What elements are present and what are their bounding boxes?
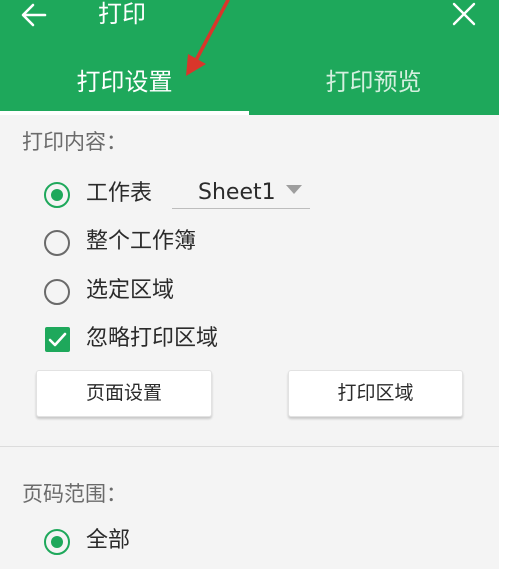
right-margin — [499, 0, 514, 569]
radio-unchecked-icon[interactable] — [44, 279, 70, 305]
arrow-left-icon[interactable] — [20, 2, 48, 28]
app-header: 打印 打印设置 打印预览 — [0, 0, 499, 115]
radio-checked-icon[interactable] — [44, 182, 70, 208]
annotation-arrow-icon — [186, 0, 230, 76]
print-area-button[interactable]: 打印区域 — [288, 370, 463, 417]
section-divider — [0, 446, 499, 447]
print-panel: 打印 打印设置 打印预览 打印内容： 工作表 Sheet1 整个工作簿 选定区域 — [0, 0, 499, 569]
page-setup-button[interactable]: 页面设置 — [36, 370, 212, 417]
radio-checked-icon[interactable] — [44, 529, 70, 555]
page-title: 打印 — [98, 0, 146, 28]
option-label: 选定区域 — [86, 278, 175, 303]
sheet-select-value: Sheet1 — [198, 180, 276, 205]
page-range-heading: 页码范围： — [22, 482, 127, 506]
option-label: 全部 — [86, 528, 131, 553]
option-label: 忽略打印区域 — [86, 326, 219, 351]
caret-down-icon — [286, 185, 302, 194]
sheet-select[interactable]: Sheet1 — [172, 178, 310, 209]
close-icon[interactable] — [452, 2, 476, 26]
active-tab-indicator — [0, 111, 249, 115]
radio-unchecked-icon[interactable] — [44, 230, 70, 256]
option-label: 工作表 — [86, 181, 153, 206]
print-content-heading: 打印内容： — [22, 130, 127, 154]
checkbox-checked-icon[interactable] — [45, 327, 70, 352]
option-label: 整个工作簿 — [86, 229, 197, 254]
tab-print-preview[interactable]: 打印预览 — [249, 62, 498, 102]
